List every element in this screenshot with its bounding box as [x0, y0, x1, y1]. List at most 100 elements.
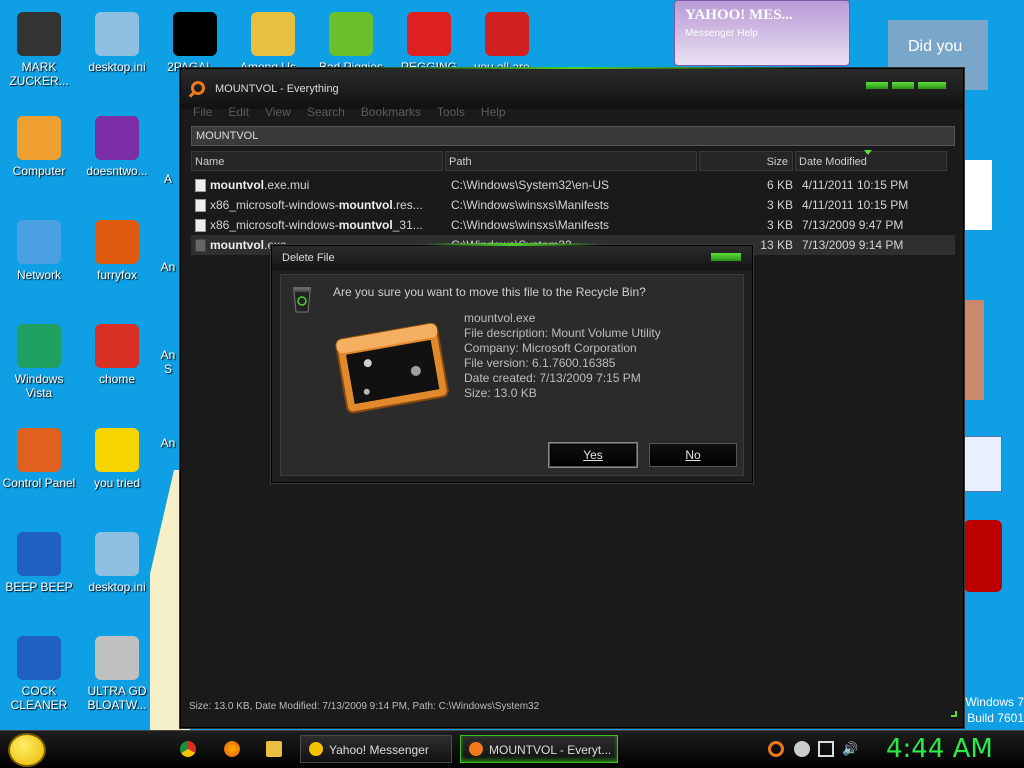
desktop-icon-label: furryfox: [96, 268, 137, 282]
desktop-icon[interactable]: Network: [0, 220, 78, 282]
title-bar[interactable]: MOUNTVOL - Everything: [181, 69, 963, 109]
file-icon: [17, 532, 61, 576]
menu-edit[interactable]: Edit: [228, 105, 249, 119]
desktop-icon-partial-label[interactable]: An: [156, 260, 180, 274]
desktop-icon[interactable]: MARK ZUCKER...: [0, 12, 78, 88]
minimize-button[interactable]: [865, 81, 889, 90]
desktop-icon[interactable]: Bad Piggies: [312, 12, 390, 74]
yahoo-mini-title: YAHOO! MES...: [685, 7, 793, 23]
yahoo-messenger-mini-window[interactable]: YAHOO! MES... Messenger Help: [674, 0, 850, 66]
no-button[interactable]: No: [649, 443, 737, 467]
desktop-icon[interactable]: Among Us...: [234, 12, 312, 74]
desktop-icon[interactable]: desktop.ini: [78, 532, 156, 594]
dialog-question: Are you sure you want to move this file …: [333, 285, 646, 299]
column-header-name[interactable]: Name: [191, 151, 443, 171]
background-widgets: [960, 0, 1024, 730]
taskbar-button[interactable]: MOUNTVOL - Everyt...: [460, 735, 618, 763]
everything-tray-icon[interactable]: [768, 741, 784, 757]
column-header-size[interactable]: Size: [699, 151, 793, 171]
result-size: 3 KB: [766, 218, 793, 232]
desktop-icon[interactable]: Windows Vista: [0, 324, 78, 400]
desktop-icon[interactable]: you tried: [78, 428, 156, 490]
search-input[interactable]: [191, 126, 955, 146]
desktop-icon[interactable]: BEEP BEEP: [0, 532, 78, 594]
p-icon: [407, 12, 451, 56]
desktop-icon-label: MARK ZUCKER...: [9, 60, 69, 88]
column-header-date-label: Date Modified: [799, 156, 867, 168]
result-name: mountvol.exe.mui: [210, 178, 442, 192]
taskbar-button[interactable]: Yahoo! Messenger: [300, 735, 452, 763]
volume-icon[interactable]: 🔊: [842, 741, 858, 757]
menu-search[interactable]: Search: [307, 105, 345, 119]
result-name-bold: mountvol: [210, 178, 264, 192]
folder-icon: [251, 12, 295, 56]
result-path: C:\Windows\System32\en-US: [451, 178, 610, 192]
taskbar: Yahoo! Messenger MOUNTVOL - Everyt... 🔊 4…: [0, 730, 1024, 768]
menu-help[interactable]: Help: [481, 105, 506, 119]
column-header-path[interactable]: Path: [445, 151, 697, 171]
file-icon: [195, 199, 206, 212]
devcpp-icon: [485, 12, 529, 56]
desktop-icon[interactable]: chome: [78, 324, 156, 386]
result-path: C:\Windows\winsxs\Manifests: [451, 198, 610, 212]
menu-bookmarks[interactable]: Bookmarks: [361, 105, 421, 119]
menu-view[interactable]: View: [265, 105, 291, 119]
desktop-icon[interactable]: you all are...: [468, 12, 546, 74]
result-name-bold: mountvol: [338, 218, 393, 232]
result-row[interactable]: x86_microsoft-windows-mountvol.res... C:\…: [191, 195, 955, 215]
maximize-button[interactable]: [891, 81, 915, 90]
result-name-pre: x86_microsoft-windows-: [210, 218, 339, 232]
desktop-icon[interactable]: Control Panel: [0, 428, 78, 490]
desktop-icon-label: BEEP BEEP: [5, 580, 73, 594]
disc-icon: [95, 636, 139, 680]
desktop-icon[interactable]: PEGGING: [390, 12, 468, 74]
desktop-icon-label: chome: [98, 372, 136, 386]
network-tray-icon[interactable]: [818, 741, 834, 757]
desktop-icon-partial-label[interactable]: A: [156, 172, 180, 186]
resize-grip-icon[interactable]: [951, 711, 957, 717]
file-icon: [195, 239, 206, 252]
start-button-smiley-icon[interactable]: [8, 733, 46, 767]
dialog-close-button[interactable]: [710, 252, 742, 262]
desktop-icon[interactable]: furryfox: [78, 220, 156, 282]
window-title: MOUNTVOL - Everything: [215, 83, 339, 95]
result-name-post: .exe.mui: [264, 178, 310, 192]
result-size: 3 KB: [766, 198, 793, 212]
desktop-icon[interactable]: ULTRA GD BLOATW...: [78, 636, 156, 712]
dialog-body: Are you sure you want to move this file …: [280, 274, 744, 476]
delete-file-dialog[interactable]: Delete File Are you sure you want to mov…: [271, 243, 753, 483]
file-icon: [17, 636, 61, 680]
everything-search-icon: [469, 742, 483, 756]
desktop-icon-partial-label[interactable]: An: [156, 436, 180, 450]
desktop-icon-label: ULTRA GD BLOATW...: [87, 684, 147, 712]
menu-file[interactable]: File: [193, 105, 212, 119]
result-row[interactable]: x86_microsoft-windows-mountvol_31... C:\W…: [191, 215, 955, 235]
menu-tools[interactable]: Tools: [437, 105, 465, 119]
desktop-icon-partial-label[interactable]: An S: [156, 348, 180, 376]
desktop-icon-label: doesntwo...: [86, 164, 148, 178]
close-button[interactable]: [917, 81, 947, 90]
desktop-icon-label: desktop.ini: [88, 580, 146, 594]
recycle-bin-icon: [17, 324, 61, 368]
ini-file-icon: [95, 532, 139, 576]
yahoo-mini-menu[interactable]: Messenger Help: [685, 28, 758, 39]
column-header-date-modified[interactable]: Date Modified: [795, 150, 947, 171]
file-info-size: Size: 13.0 KB: [464, 386, 537, 400]
window-controls: [865, 81, 947, 90]
watermark-line-2: Build 7601: [967, 711, 1024, 725]
status-tray-icon[interactable]: [794, 741, 810, 757]
desktop-icon[interactable]: 2PAGAL...: [156, 12, 234, 74]
folder-icon[interactable]: [266, 741, 282, 757]
yes-button[interactable]: Yes: [549, 443, 637, 467]
desktop-icon[interactable]: COCK CLEANER: [0, 636, 78, 712]
sort-descending-icon: [864, 150, 872, 155]
result-row[interactable]: mountvol.exe.mui C:\Windows\System32\en-U…: [191, 175, 955, 195]
clock[interactable]: 4:44 AM: [886, 734, 993, 764]
desktop-icon[interactable]: doesntwo...: [78, 116, 156, 178]
chrome-icon: [95, 324, 139, 368]
desktop-icon[interactable]: desktop.ini: [78, 12, 156, 74]
firefox-icon[interactable]: [224, 741, 240, 757]
desktop-icon[interactable]: Computer: [0, 116, 78, 178]
desktop-icon-label: desktop.ini: [88, 60, 146, 74]
chrome-icon[interactable]: [180, 741, 196, 757]
